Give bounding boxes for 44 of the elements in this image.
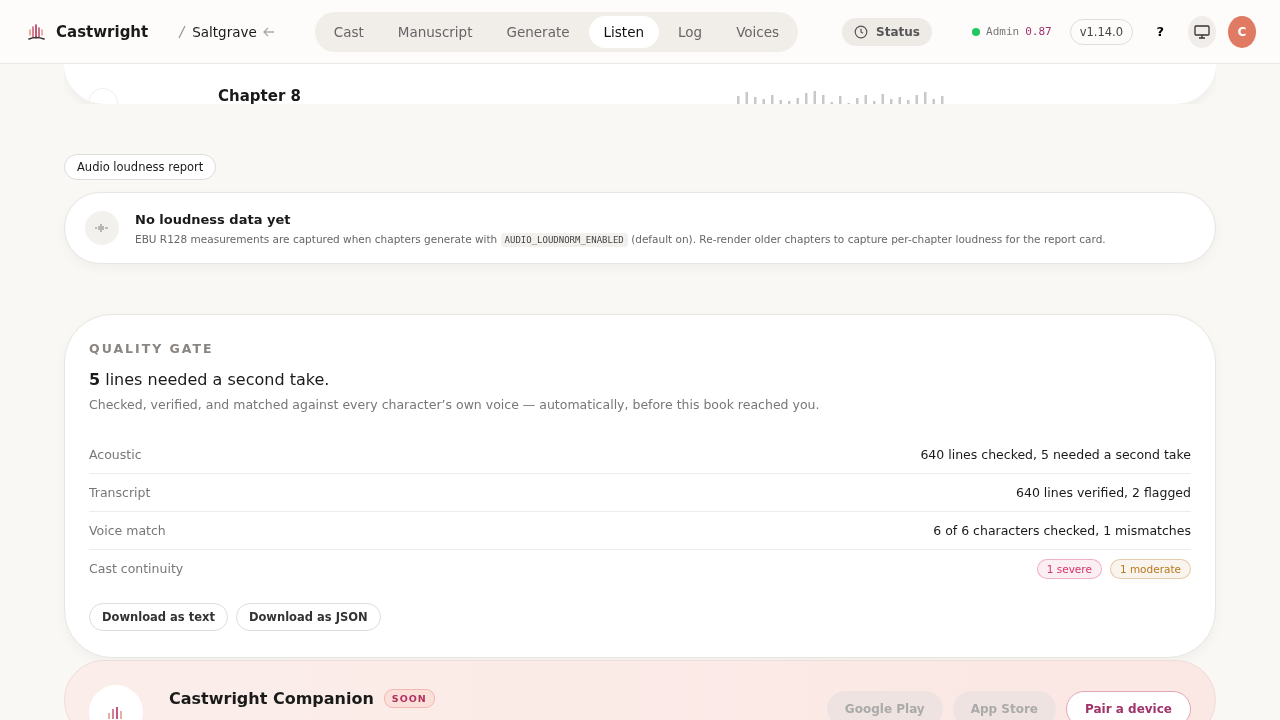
empty-title: No loudness data yet bbox=[135, 211, 292, 227]
companion-title: Castwright Companion bbox=[169, 689, 374, 708]
description-text: EBU R128 measurements are captured when chapters generate with bbox=[135, 232, 498, 245]
severity-tag: 1 moderate bbox=[1109, 558, 1191, 579]
check-result: 6 of 6 characters checked, 1 mismatches bbox=[933, 523, 1191, 538]
project-name[interactable]: Saltgrave bbox=[192, 23, 257, 40]
status-button[interactable]: Status bbox=[842, 17, 932, 46]
soon-badge: SOON bbox=[383, 689, 435, 708]
check-label: Cast continuity bbox=[89, 561, 184, 576]
section-chip: Audio loudness report bbox=[64, 154, 217, 180]
nav-tab[interactable]: Manuscript bbox=[382, 15, 488, 48]
setting-code: AUDIO_LOUDNORM_ENABLED bbox=[500, 232, 628, 247]
waveform-icon bbox=[85, 211, 119, 245]
check-label: Transcript bbox=[89, 485, 151, 500]
online-dot bbox=[972, 27, 980, 36]
check-result: 640 lines checked, 5 needed a second take bbox=[920, 447, 1191, 462]
display-button[interactable] bbox=[1187, 15, 1216, 48]
score-value: 0.87 bbox=[1025, 25, 1052, 38]
quality-headline: 5 lines needed a second take. bbox=[89, 370, 331, 389]
check-result: 640 lines verified, 2 flagged bbox=[1016, 485, 1191, 500]
check-label: Acoustic bbox=[89, 447, 142, 462]
nav-tab[interactable]: Listen bbox=[588, 15, 659, 48]
logo-icon bbox=[28, 22, 46, 41]
help-button[interactable]: ? bbox=[1147, 23, 1174, 40]
section-label: QUALITY GATE bbox=[89, 341, 215, 356]
brand-name: Castwright bbox=[56, 22, 149, 41]
user-avatar[interactable]: C bbox=[1227, 15, 1256, 48]
download-button[interactable]: Download as text bbox=[89, 603, 228, 631]
quality-subtitle: Checked, verified, and matched against every character’s own voice — automatically, before this book reached you. bbox=[89, 397, 821, 412]
back-arrow-icon[interactable] bbox=[262, 25, 275, 38]
severity-tag: 1 severe bbox=[1036, 558, 1102, 579]
nav-tab[interactable]: Generate bbox=[491, 15, 585, 48]
slash-icon bbox=[178, 23, 187, 40]
role-label: Admin bbox=[986, 25, 1020, 38]
monitor-icon bbox=[1193, 24, 1210, 39]
description-text: (default on). Re-render older chapters to capture per-chapter loudness for the report card. bbox=[631, 232, 1106, 245]
nav-tab[interactable]: Cast bbox=[318, 15, 379, 48]
nav-tab[interactable]: Voices bbox=[721, 15, 795, 48]
chapter-title: Chapter 8 bbox=[218, 87, 301, 104]
clock-icon bbox=[854, 24, 869, 39]
nav-tab[interactable]: Log bbox=[663, 15, 718, 48]
download-button[interactable]: Download as JSON bbox=[235, 603, 381, 631]
pair-button[interactable]: Pair a device bbox=[1066, 691, 1191, 720]
check-label: Voice match bbox=[89, 523, 166, 538]
